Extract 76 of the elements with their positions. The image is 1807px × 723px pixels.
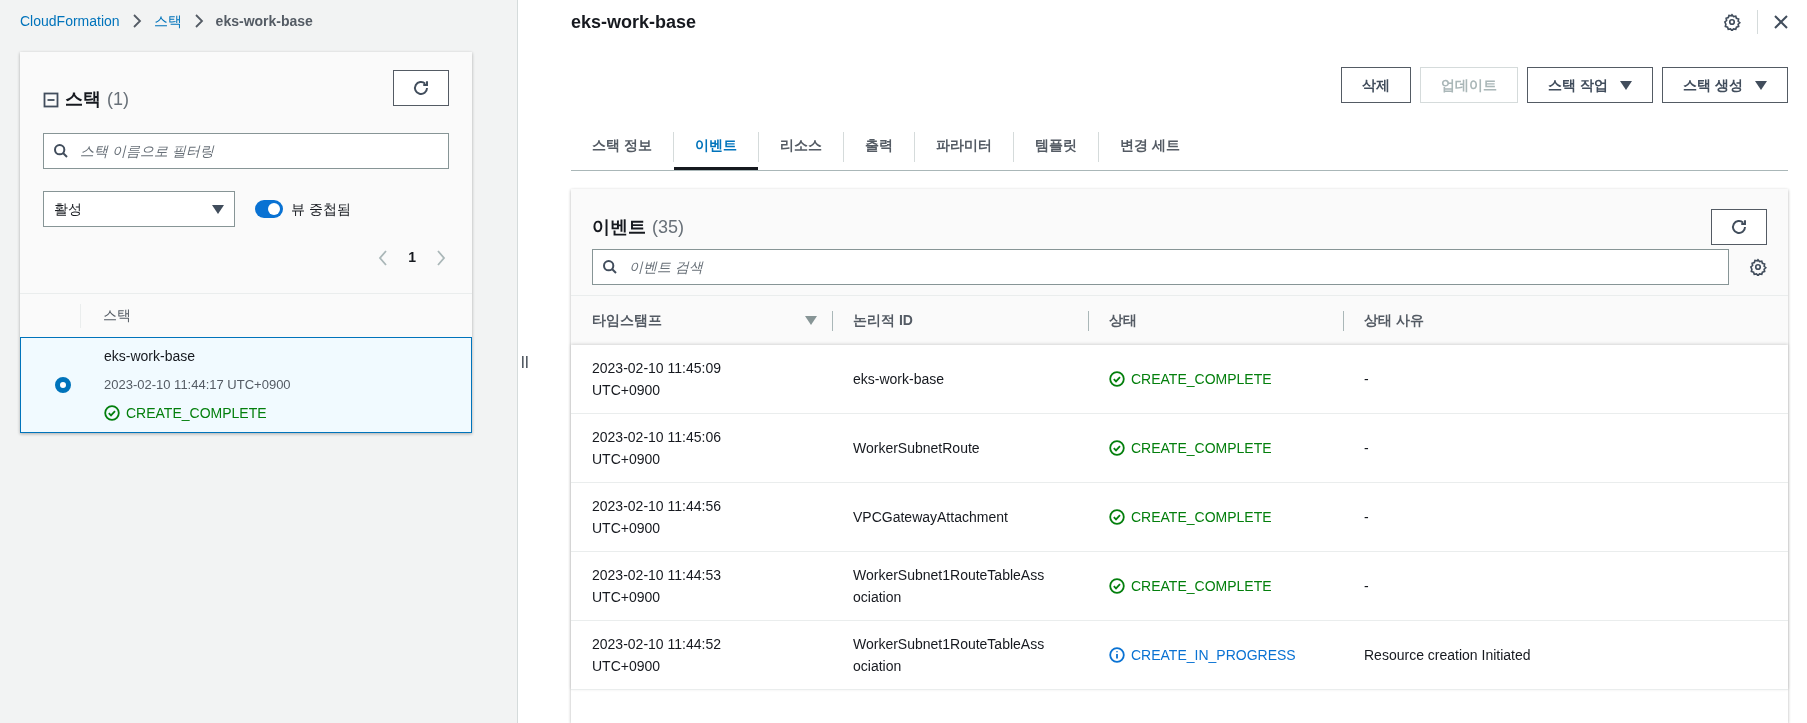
status-text: CREATE_COMPLETE <box>1131 438 1272 458</box>
reason-cell-text: - <box>1363 576 1370 596</box>
column-header[interactable]: 상태 사유 <box>1364 310 1424 331</box>
search-field[interactable]: 이벤트 검색 <box>592 249 1729 285</box>
tab[interactable]: 변경 세트 <box>1098 123 1201 170</box>
breadcrumb-current: eks-work-base <box>215 11 313 31</box>
check-circle-icon <box>1109 578 1125 594</box>
panel-title: 이벤트 <box>592 215 646 239</box>
settings-icon[interactable] <box>1749 258 1767 276</box>
filter-dropdown[interactable]: 활성 <box>43 191 235 227</box>
panel-title: 스택 <box>65 88 101 111</box>
column-header[interactable]: 논리적 ID <box>853 310 913 331</box>
reason-cell-text: - <box>1363 369 1370 389</box>
breadcrumb-link[interactable]: CloudFormation <box>20 10 120 32</box>
column-header[interactable]: 상태 <box>1109 310 1137 331</box>
check-circle-icon <box>1109 509 1125 525</box>
close-icon[interactable] <box>1774 15 1788 29</box>
collapse-icon[interactable] <box>43 91 59 108</box>
stack-name: eks-work-base <box>104 347 197 366</box>
logical-id-cell-text: VPCGatewayAttachment <box>852 508 1009 527</box>
column-header[interactable]: 타임스탬프 <box>592 310 662 331</box>
logical-id-cell-text: eks-work-base <box>852 370 946 389</box>
reason-cell-text: Resource creation Initiated <box>1363 645 1532 665</box>
column-header: 스택 <box>103 306 131 325</box>
toggle-label: 뷰 중첩됨 <box>291 199 351 219</box>
tab[interactable]: 리소스 <box>758 123 843 170</box>
status-text: CREATE_COMPLETE <box>126 403 267 423</box>
logical-id-cell-text: WorkerSubnetRoute <box>852 439 981 458</box>
radio-button[interactable] <box>54 376 71 393</box>
page-title: eks-work-base <box>571 10 697 34</box>
refresh-button[interactable] <box>393 70 449 106</box>
check-circle-icon <box>104 405 120 421</box>
breadcrumb-link[interactable]: 스택 <box>153 10 182 32</box>
timestamp-cell-text: 2023-02-10 11:45:06 UTC+0900 <box>592 428 722 469</box>
logical-id-cell-text: WorkerSubnet1RouteTableAssociation <box>852 566 1046 607</box>
timestamp-cell-text: 2023-02-10 11:44:56 UTC+0900 <box>592 497 722 538</box>
timestamp-cell-text: 2023-02-10 11:45:09 UTC+0900 <box>592 359 722 400</box>
panel-count: (35) <box>652 215 684 239</box>
search-icon <box>53 143 69 159</box>
refresh-icon <box>1730 218 1748 236</box>
timestamp-cell-text: 2023-02-10 11:44:52 UTC+0900 <box>592 635 722 676</box>
tab[interactable]: 파라미터 <box>914 123 1013 170</box>
caret-icon <box>805 316 817 325</box>
action-button[interactable]: 삭제 <box>1341 67 1412 103</box>
info-icon <box>1109 647 1125 663</box>
action-button[interactable]: 스택 작업 <box>1527 67 1654 103</box>
tab[interactable]: 템플릿 <box>1013 123 1098 170</box>
search-icon <box>602 259 618 275</box>
stack-row[interactable]: eks-work-base 2023-02-10 11:44:17 UTC+0900 CREATE_COMPLETE <box>20 337 472 433</box>
reason-cell-text: - <box>1363 438 1370 458</box>
settings-icon[interactable] <box>1723 13 1741 31</box>
chevron-right-icon <box>131 14 142 28</box>
chevron-right-icon <box>193 14 204 28</box>
caret-icon <box>1755 80 1767 90</box>
refresh-icon <box>412 79 430 97</box>
logical-id-cell-text: WorkerSubnet1RouteTableAssociation <box>852 635 1046 676</box>
refresh-button[interactable] <box>1711 209 1767 245</box>
panel-count: (1) <box>107 88 129 111</box>
reason-cell-text: - <box>1363 507 1370 527</box>
timestamp-cell-text: 2023-02-10 11:44:53 UTC+0900 <box>592 566 722 607</box>
status-text: CREATE_COMPLETE <box>1131 576 1272 596</box>
check-circle-icon <box>1109 440 1125 456</box>
action-button[interactable]: 스택 생성 <box>1662 67 1788 103</box>
tab[interactable]: 스택 정보 <box>571 123 673 170</box>
status-text: CREATE_COMPLETE <box>1131 369 1272 389</box>
check-circle-icon <box>1109 371 1125 387</box>
toggle-switch[interactable] <box>255 200 283 218</box>
stack-time: 2023-02-10 11:44:17 UTC+0900 <box>104 376 291 394</box>
status-text: CREATE_COMPLETE <box>1131 507 1272 527</box>
caret-icon <box>1620 80 1633 90</box>
tab[interactable]: 출력 <box>843 123 914 170</box>
status-text: CREATE_IN_PROGRESS <box>1131 645 1296 665</box>
resize-handle-icon[interactable] <box>522 355 528 368</box>
search-field[interactable]: 스택 이름으로 필터링 <box>43 133 449 169</box>
page-number[interactable]: 1 <box>408 247 416 268</box>
caret-icon <box>212 204 224 214</box>
